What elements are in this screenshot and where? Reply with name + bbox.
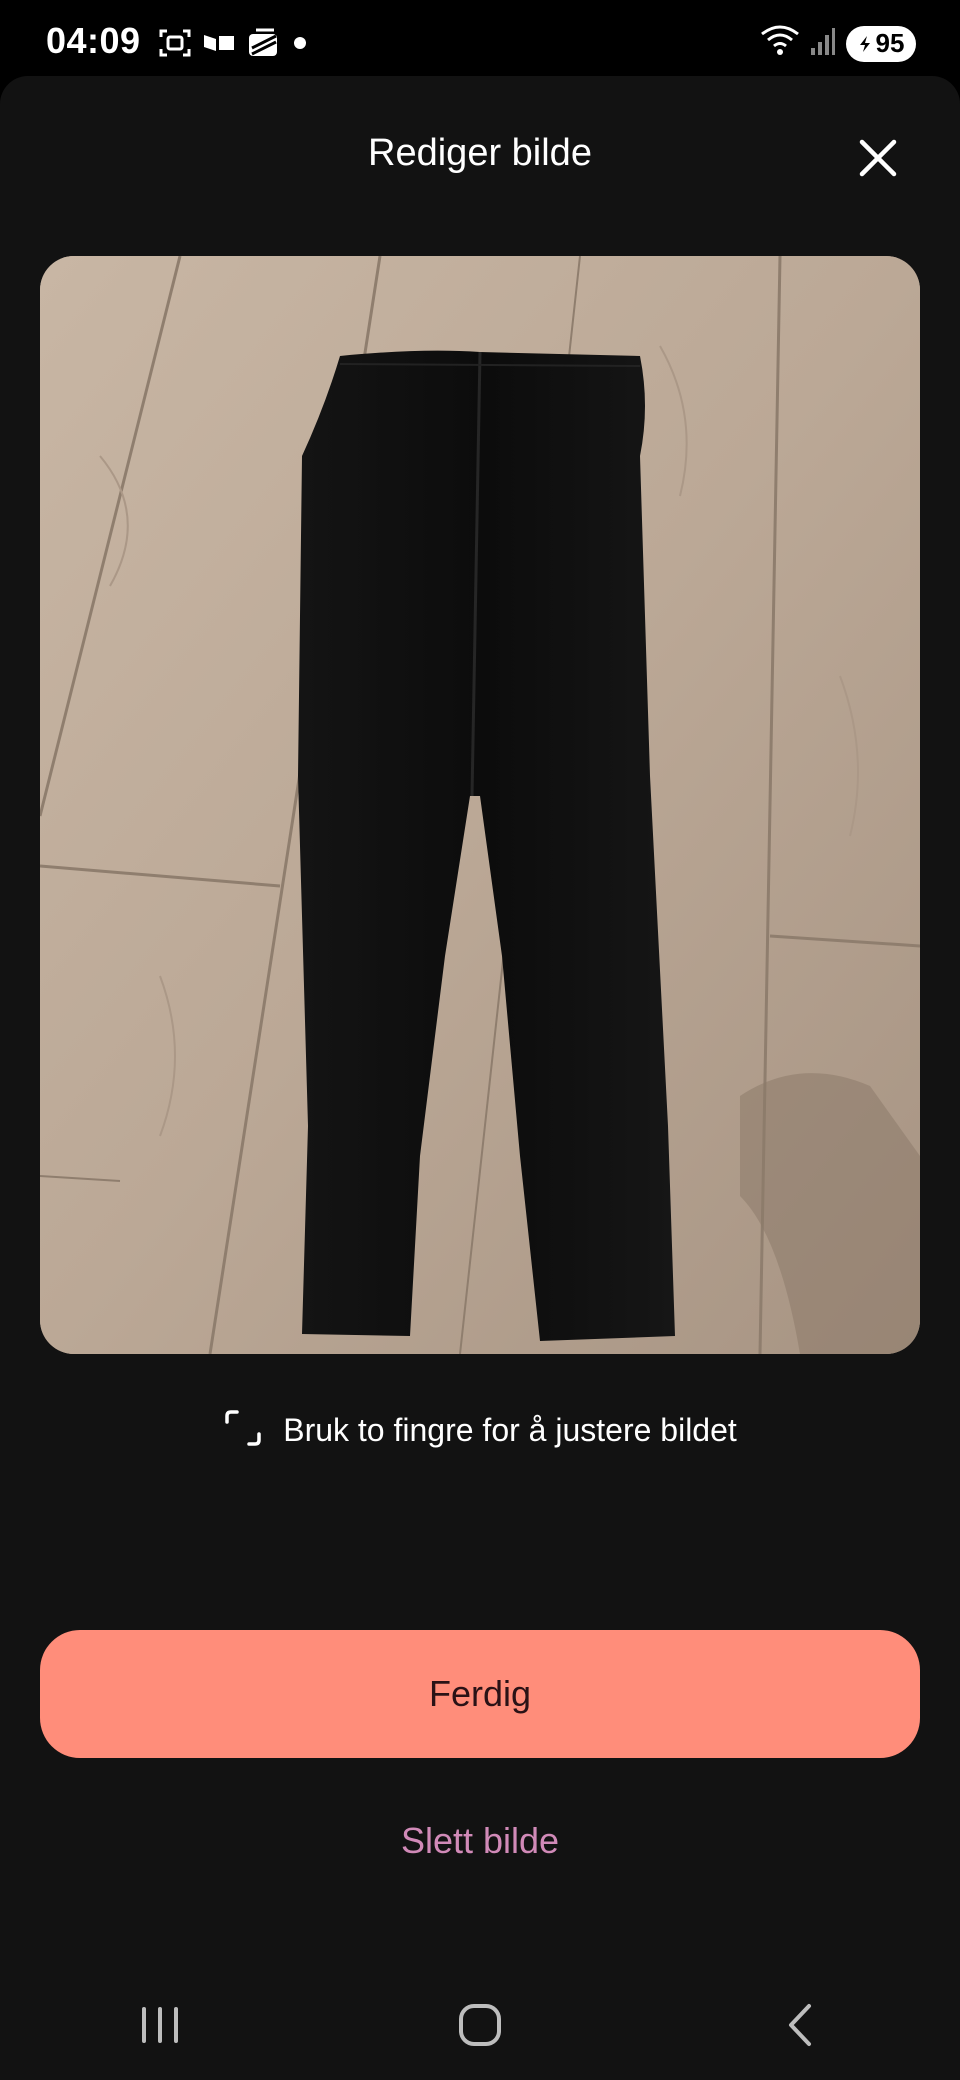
close-button[interactable]	[848, 128, 908, 188]
status-time: 04:09	[46, 20, 141, 61]
back-button[interactable]	[740, 1985, 860, 2065]
status-icons-right: 95	[760, 24, 916, 63]
status-bar: 04:09 95	[0, 0, 960, 76]
edit-image-sheet: Rediger bilde Bruk to fingre for å juste…	[0, 76, 960, 2080]
recents-button[interactable]	[100, 1985, 220, 2065]
photo-image	[40, 256, 920, 1354]
notification-dot-icon	[290, 33, 310, 58]
screenshot-icon	[158, 28, 192, 63]
media-icon	[202, 32, 236, 59]
done-button[interactable]: Ferdig	[40, 1630, 920, 1758]
crop-icon	[223, 1408, 263, 1453]
hint-text: Bruk to fingre for å justere bildet	[283, 1412, 737, 1448]
status-icons-left	[158, 26, 310, 65]
hint-row: Bruk to fingre for å justere bildet	[0, 1408, 960, 1453]
home-icon	[459, 2004, 501, 2046]
recents-icon	[142, 2007, 178, 2043]
back-icon	[789, 2004, 811, 2046]
battery-icon: 95	[846, 25, 916, 62]
signal-icon	[810, 26, 836, 61]
home-button[interactable]	[420, 1985, 540, 2065]
photo-preview[interactable]	[40, 256, 920, 1354]
layers-app-icon	[246, 26, 280, 65]
system-navigation-bar	[0, 1970, 960, 2080]
battery-level: 95	[875, 28, 905, 58]
close-icon	[859, 139, 897, 177]
sheet-title: Rediger bilde	[368, 132, 592, 174]
wifi-icon	[760, 24, 800, 63]
delete-image-button[interactable]: Slett bilde	[0, 1820, 960, 1862]
